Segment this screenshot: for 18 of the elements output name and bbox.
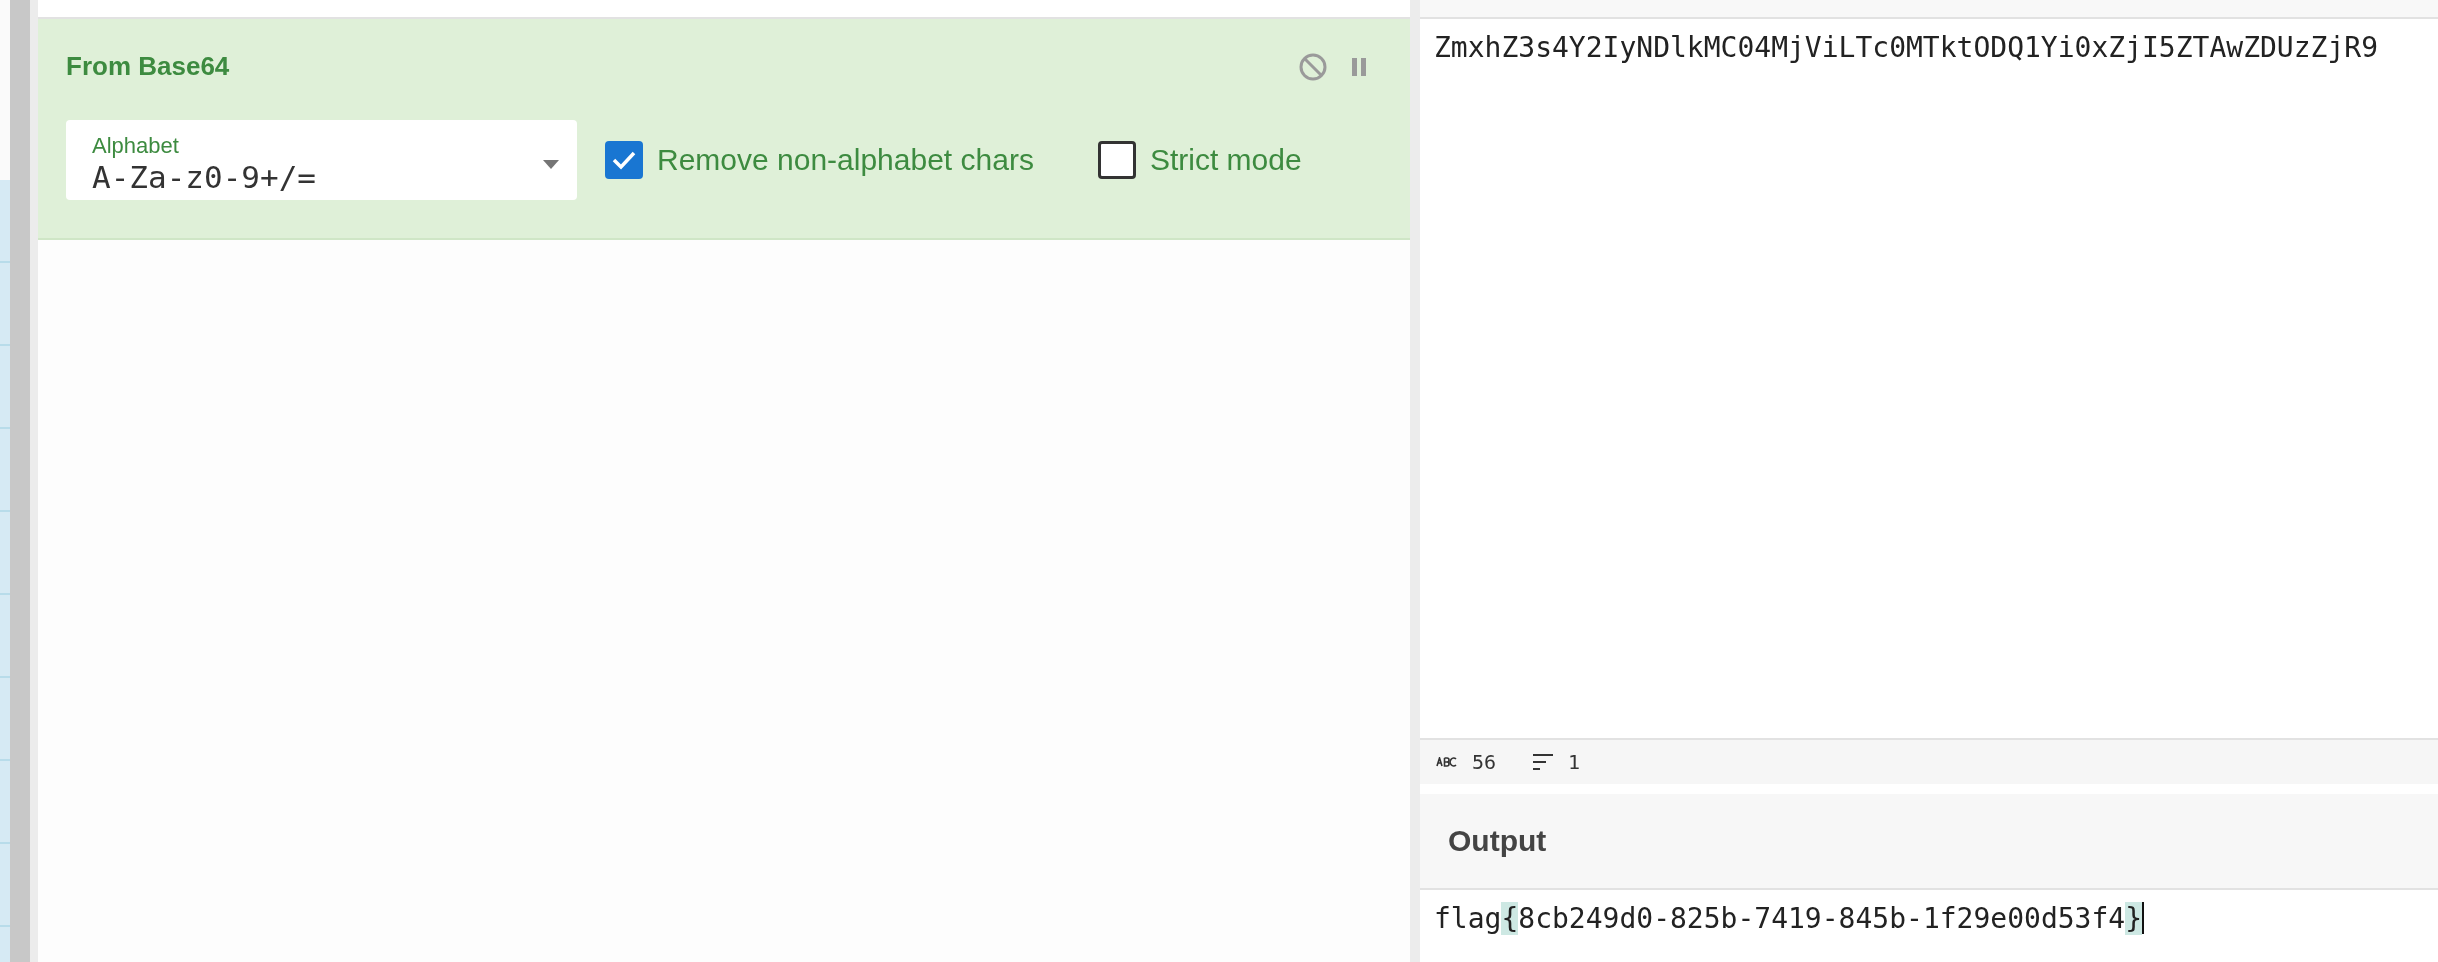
scrollbar[interactable] [10,0,30,962]
checkbox[interactable] [605,141,643,179]
character-count: 56 [1472,750,1497,774]
checkbox-label: Strict mode [1149,143,1302,177]
checkbox[interactable] [1097,141,1136,179]
line-count: 1 [1568,750,1581,774]
check-icon [611,150,637,170]
alphabet-dropdown[interactable]: Alphabet A-Za-z0-9+/= [66,120,577,200]
characters-icon [1436,757,1458,767]
lines-icon [1532,753,1555,771]
operation-title: From Base64 [66,51,230,82]
output-title: Output [1448,824,1547,858]
input-text: ZmxhZ3s4Y2IyNDlkMC04MjViLTc0MTktODQ1Yi0xZjI5ZTAwZDUzZjR9 [1434,31,2378,64]
checkbox-label: Remove non-alphabet chars [657,143,1034,177]
caret-icon [543,159,559,169]
disable-icon[interactable] [1298,51,1328,82]
pause-icon[interactable] [1350,55,1368,78]
output-text: flag{8cb249d0-825b-7419-845b-1f29e00d53f4} [1434,902,2143,935]
